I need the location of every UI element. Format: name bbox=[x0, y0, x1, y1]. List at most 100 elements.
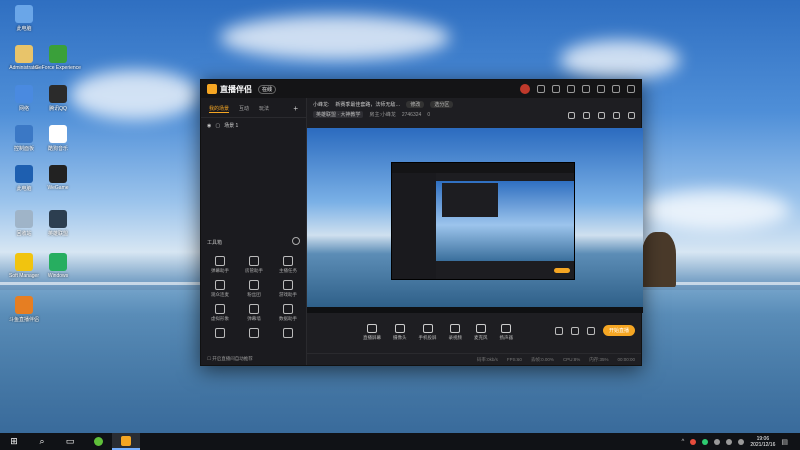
task-view-icon[interactable]: ▭ bbox=[56, 433, 84, 450]
toolbox-item[interactable]: 房管助手 bbox=[237, 256, 271, 274]
desktop-icon[interactable]: 控制面板 bbox=[6, 125, 42, 152]
desktop-icon-label: 腾讯QQ bbox=[49, 106, 67, 112]
speaker-button[interactable]: 扬声器 bbox=[499, 323, 514, 341]
desktop-icon[interactable]: 腾讯QQ bbox=[40, 85, 76, 112]
toolbox-item[interactable]: 数据助手 bbox=[271, 304, 305, 322]
tab-play[interactable]: 玩法 bbox=[259, 105, 269, 112]
beauty-icon[interactable] bbox=[570, 326, 579, 335]
skin-icon[interactable] bbox=[552, 85, 560, 93]
desktop-icon-label: 斗鱼直播伴侣 bbox=[8, 317, 39, 323]
room-id: 2746324 bbox=[401, 111, 422, 118]
camera-button[interactable]: 摄像头 bbox=[393, 323, 407, 341]
tray-arrow-icon[interactable]: ^ bbox=[682, 439, 685, 445]
start-button[interactable]: ⊞ bbox=[0, 433, 28, 450]
wallpaper-cloud bbox=[640, 190, 790, 230]
close-button[interactable] bbox=[627, 85, 635, 93]
stream-preview[interactable] bbox=[307, 128, 643, 313]
wallpaper-rock bbox=[642, 232, 676, 287]
add-scene-icon[interactable]: + bbox=[293, 104, 298, 113]
toolbox-item[interactable]: 弹幕墙 bbox=[237, 304, 271, 322]
toolbox-item[interactable]: 虚拟形象 bbox=[203, 304, 237, 322]
notice-icon[interactable] bbox=[598, 112, 605, 119]
preview-titlebar bbox=[392, 163, 574, 173]
bell-icon[interactable] bbox=[613, 112, 620, 119]
toolbox-collapse-icon[interactable] bbox=[292, 237, 300, 245]
more-icon[interactable] bbox=[628, 112, 635, 119]
desktop-icon[interactable]: 此电脑 bbox=[6, 165, 42, 192]
toolbox-item[interactable] bbox=[203, 328, 237, 340]
start-live-button[interactable]: 开始直播 bbox=[602, 325, 635, 336]
phone-cast-button[interactable]: 手机投屏 bbox=[419, 323, 437, 341]
network-icon[interactable] bbox=[714, 438, 721, 445]
scene-item[interactable]: ◉ ▢ 场景 1 bbox=[201, 118, 306, 133]
desktop-icon-glyph bbox=[15, 5, 33, 23]
desktop-icon[interactable]: GeForce Experience bbox=[35, 45, 81, 71]
microphone-button[interactable]: 麦克风 bbox=[474, 323, 488, 341]
menu-icon[interactable] bbox=[582, 85, 590, 93]
tool-icon bbox=[283, 256, 293, 266]
taskbar: ⊞ ⌕ ▭ ^ 19:06 2021/12/16 ▤ bbox=[0, 433, 800, 450]
record-video-button[interactable]: 录视频 bbox=[449, 323, 462, 341]
auto-recommend-toggle[interactable]: ☐ 开启直播间自动推荐 bbox=[207, 356, 253, 362]
settings-icon[interactable] bbox=[567, 85, 575, 93]
toolbox-item[interactable] bbox=[237, 328, 271, 340]
screen-capture-button[interactable]: 直播屏幕 bbox=[363, 323, 381, 341]
app-360-icon[interactable] bbox=[84, 433, 112, 450]
notification-icon[interactable]: ▤ bbox=[781, 438, 788, 446]
tab-interact[interactable]: 互动 bbox=[239, 105, 249, 112]
clock-date: 2021/12/16 bbox=[750, 441, 776, 448]
live-companion-taskbar-icon[interactable] bbox=[112, 433, 140, 450]
lock-room-icon[interactable] bbox=[583, 112, 590, 119]
toolbox-item[interactable]: 粉丝团 bbox=[237, 280, 271, 298]
message-icon[interactable] bbox=[537, 85, 545, 93]
tray-app-icon[interactable] bbox=[702, 438, 709, 445]
toolbox-item[interactable]: 观众连麦 bbox=[203, 280, 237, 298]
version-badge[interactable]: 在线 bbox=[258, 84, 277, 94]
desktop-icon[interactable]: 酷狗音乐 bbox=[40, 125, 76, 152]
edit-title-button[interactable]: 修改 bbox=[406, 101, 425, 108]
control-label: 扬声器 bbox=[499, 334, 514, 340]
desktop-icon[interactable]: Soft Manager bbox=[6, 253, 42, 279]
toolbox-title: 工具箱 bbox=[207, 240, 223, 246]
phone-cast-icon bbox=[422, 323, 433, 333]
screen-capture-icon bbox=[367, 323, 377, 333]
tray-app-icon[interactable] bbox=[690, 438, 697, 445]
desktop-icon[interactable]: WeGame bbox=[40, 165, 76, 191]
lock-icon[interactable]: ▢ bbox=[215, 123, 220, 129]
desktop-icon[interactable]: 英雄联盟 bbox=[40, 210, 76, 237]
avatar[interactable] bbox=[520, 84, 530, 94]
category-select-button[interactable]: 选分区 bbox=[430, 101, 454, 108]
tool-icon bbox=[215, 328, 225, 338]
volume-icon[interactable] bbox=[726, 438, 733, 445]
desktop-icon[interactable]: 斗鱼直播伴侣 bbox=[6, 296, 42, 323]
eye-icon[interactable]: ◉ bbox=[207, 123, 211, 129]
desktop-icon-label: 控制面板 bbox=[13, 146, 34, 152]
ime-icon[interactable] bbox=[738, 438, 745, 445]
auto-recommend-label: 开启直播间自动推荐 bbox=[212, 356, 253, 361]
maximize-button[interactable] bbox=[612, 85, 620, 93]
toolbox-item[interactable]: 主播任务 bbox=[271, 256, 305, 274]
title-bar[interactable]: 直播伴侣 在线 bbox=[201, 80, 641, 98]
category-tag[interactable]: 英雄联盟 · 大神教学 bbox=[313, 111, 364, 118]
desktop-icon[interactable]: 网络 bbox=[6, 85, 42, 112]
desktop-icon[interactable]: 此电脑 bbox=[6, 5, 42, 32]
scene-name: 场景 1 bbox=[224, 123, 239, 129]
minimize-button[interactable] bbox=[597, 85, 605, 93]
toolbox-item[interactable]: 游戏助手 bbox=[271, 280, 305, 298]
desktop-icon-glyph bbox=[15, 165, 33, 183]
desktop-icon-glyph bbox=[49, 125, 67, 143]
share-icon[interactable] bbox=[568, 112, 575, 119]
room-owner: 房主:小峰龙 bbox=[369, 112, 396, 118]
search-icon[interactable]: ⌕ bbox=[28, 433, 56, 450]
title-prefix: 小峰龙: bbox=[313, 102, 330, 108]
toolbox-item[interactable]: 弹幕助手 bbox=[203, 256, 237, 274]
tab-scenes[interactable]: 我的场景 bbox=[209, 105, 230, 113]
desktop-icon[interactable]: 回收站 bbox=[6, 210, 42, 237]
record-icon[interactable] bbox=[554, 326, 563, 335]
desktop-icon[interactable]: Windows bbox=[40, 253, 76, 279]
toolbox-item[interactable] bbox=[271, 328, 305, 340]
live-companion-window[interactable]: 直播伴侣 在线 我的场景 互动 玩法 + ◉ ▢ 场景 1 工具箱 弹幕助手 房管… bbox=[200, 79, 643, 366]
clock[interactable]: 19:06 2021/12/16 bbox=[750, 436, 775, 448]
gear-icon[interactable] bbox=[586, 326, 595, 335]
desktop-icon-label: 网络 bbox=[18, 106, 29, 112]
